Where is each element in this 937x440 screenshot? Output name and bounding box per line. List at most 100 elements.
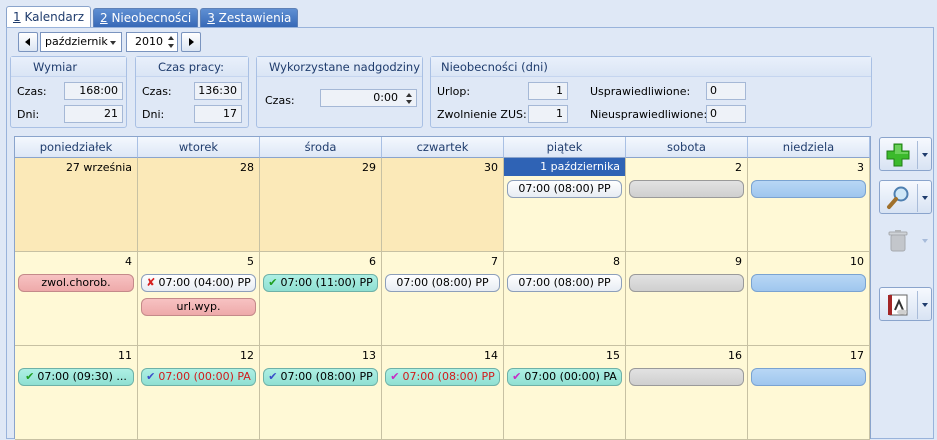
group-title: Wykorzystane nadgodziny [257,57,422,77]
year-value: 2010 [135,35,163,48]
calendar-event[interactable]: ✔ 07:00 (00:00) PA [507,368,622,386]
calendar-event[interactable]: 07:00 (08:00) PP [507,274,622,292]
czas-pracy-dni-value: 17 [194,105,242,123]
chevron-down-icon [922,239,928,243]
urlop-value: 1 [528,82,568,100]
wymiar-czas-value: 168:00 [64,82,123,100]
usprawiedliwione-label: Usprawiedliwione: [590,85,691,98]
event-label: 07:00 (09:30) ... [37,370,127,383]
event-label: 07:00 (11:00) PP [280,276,373,289]
event-label: 07:00 (00:00) PA [158,370,251,383]
calendar-day[interactable]: 10 [748,252,870,346]
calendar-day[interactable]: 2 [626,158,748,252]
arrow-down-icon[interactable] [168,43,174,48]
calendar-event[interactable]: 07:00 (08:00) PP [385,274,500,292]
czas-label: Czas: [142,85,172,98]
calendar-event[interactable]: ✔ 07:00 (11:00) PP [263,274,378,292]
calendar-day[interactable]: 13 ✔ 07:00 (08:00) PP [260,346,382,440]
weekday-header: niedziela [748,137,870,158]
day-number: 16 [728,349,742,362]
calendar-day[interactable]: 15 ✔ 07:00 (00:00) PA [504,346,626,440]
zus-value: 1 [528,105,568,123]
calendar-event[interactable] [629,368,744,386]
calendar-event[interactable]: 07:00 (08:00) PP [507,180,622,198]
calendar-day[interactable]: 3 [748,158,870,252]
calendar-day[interactable]: 30 [382,158,504,252]
calendar-day[interactable]: 29 [260,158,382,252]
day-number: 13 [362,349,376,362]
calendar-day[interactable]: 4 zwol.chorob. [15,252,138,346]
day-number: 10 [850,255,864,268]
weekday-header: czwartek [382,137,504,158]
wymiar-dni-value: 21 [64,105,123,123]
report-icon [888,294,908,316]
zus-label: Zwolnienie ZUS: [437,108,527,121]
calendar-day[interactable]: 12 ✔ 07:00 (00:00) PA [138,346,260,440]
checkmark-icon: ✔ [390,370,400,383]
calendar-event[interactable]: ✔ 07:00 (08:00) PP [263,368,378,386]
day-number: 8 [613,255,620,268]
calendar-event[interactable] [629,180,744,198]
calendar-event[interactable] [629,274,744,292]
calendar-day[interactable]: 28 [138,158,260,252]
day-number: 12 [240,349,254,362]
calendar-event[interactable]: ✔ 07:00 (08:00) PP [385,368,500,386]
delete-button[interactable] [879,223,932,257]
search-button[interactable] [879,180,932,214]
calendar-day[interactable]: 6 ✔ 07:00 (11:00) PP [260,252,382,346]
year-stepper[interactable]: 2010 [126,31,178,52]
calendar-event[interactable]: url.wyp. [141,298,256,316]
chevron-down-icon[interactable] [922,196,928,200]
next-month-button[interactable] [181,31,201,52]
tab-kalendarz[interactable]: 1 Kalendarz [6,6,91,28]
dni-label: Dni: [17,108,40,121]
calendar-event[interactable]: zwol.chorob. [18,274,134,292]
event-label: 07:00 (08:00) PP [518,276,611,289]
tab-nieobecnosci[interactable]: 2 Nieobecności [93,8,199,28]
event-label: url.wyp. [176,300,221,313]
calendar-header: poniedziałek wtorek środa czwartek piątek sob… [15,137,870,158]
calendar-day[interactable]: 27 września [15,158,138,252]
prev-month-button[interactable] [18,31,38,52]
calendar-day[interactable]: 11 ✔ 07:00 (09:30) ... [15,346,138,440]
calendar-event[interactable] [751,368,866,386]
month-navigator: październik 2010 [18,31,201,52]
calendar-day[interactable]: 9 [626,252,748,346]
calendar-day[interactable]: 7 07:00 (08:00) PP [382,252,504,346]
calendar-day[interactable]: 5 ✘ 07:00 (04:00) PP url.wyp. [138,252,260,346]
calendar-event[interactable]: ✘ 07:00 (04:00) PP [141,274,256,292]
calendar-event[interactable] [751,180,866,198]
day-number: 9 [735,255,742,268]
calendar-event[interactable] [751,274,866,292]
checkmark-icon: ✔ [146,370,156,383]
nadgodziny-czas-input[interactable]: 0:00 [320,89,417,107]
chevron-down-icon[interactable] [922,153,928,157]
arrow-up-icon[interactable] [406,93,412,97]
arrow-left-icon [25,37,30,46]
calendar-day[interactable]: 1 października 07:00 (08:00) PP [504,158,626,252]
arrow-right-icon [189,37,194,46]
day-number: 7 [491,255,498,268]
calendar-event[interactable]: ✔ 07:00 (09:30) ... [18,368,134,386]
chevron-down-icon[interactable] [922,303,928,307]
month-select[interactable]: październik [40,31,122,52]
add-button[interactable] [879,137,932,171]
urlop-label: Urlop: [437,85,471,98]
arrow-up-icon[interactable] [168,35,174,40]
calendar-day[interactable]: 16 [626,346,748,440]
calendar-event[interactable]: ✔ 07:00 (00:00) PA [141,368,256,386]
group-title: Wymiar [11,57,126,77]
calendar-day[interactable]: 8 07:00 (08:00) PP [504,252,626,346]
report-button[interactable] [879,287,932,321]
day-number: 15 [606,349,620,362]
calendar-day[interactable]: 14 ✔ 07:00 (08:00) PP [382,346,504,440]
weekday-header: środa [260,137,382,158]
arrow-down-icon[interactable] [406,100,412,104]
calendar-day[interactable]: 17 [748,346,870,440]
czas-label: Czas: [17,85,47,98]
tab-zestawienia[interactable]: 3 Zestawienia [200,8,299,28]
group-title: Nieobecności (dni) [431,57,871,77]
checkmark-icon: ✔ [268,370,278,383]
day-number: 2 [735,161,742,174]
event-label: 07:00 (08:00) PP [280,370,373,383]
